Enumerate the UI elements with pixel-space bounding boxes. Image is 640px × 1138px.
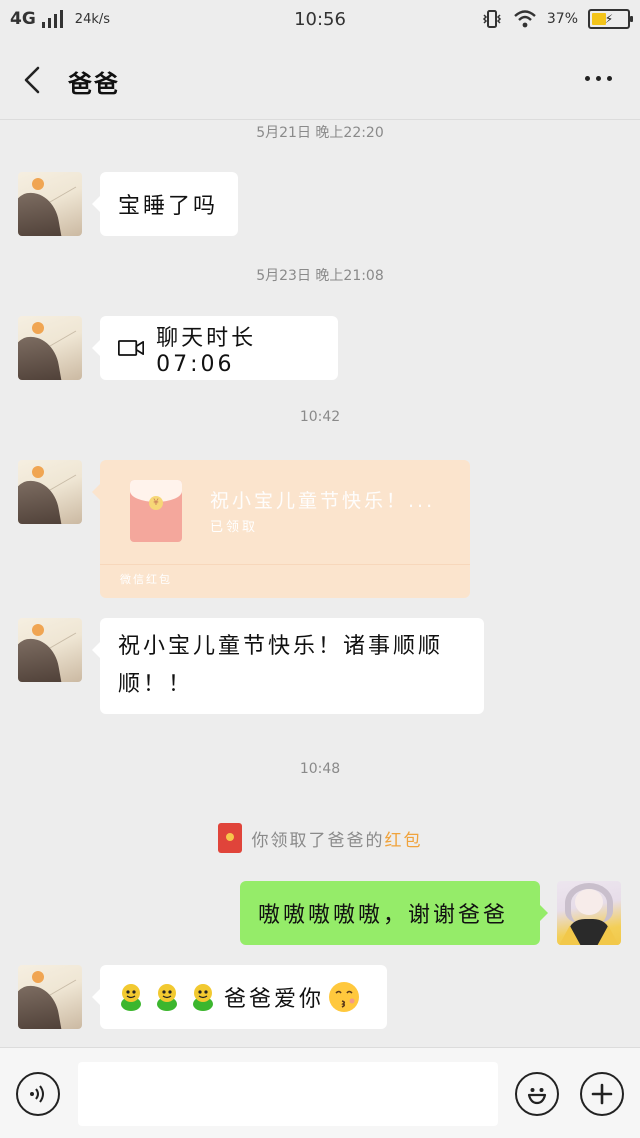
voice-icon[interactable] bbox=[16, 1072, 60, 1116]
battery-icon: ⚡ bbox=[588, 9, 633, 29]
avatar-dad[interactable] bbox=[18, 965, 82, 1029]
avatar-dad[interactable] bbox=[18, 460, 82, 524]
message-text: 爸爸爱你 bbox=[224, 987, 325, 1012]
smiley-icon[interactable] bbox=[515, 1072, 559, 1116]
message-bubble[interactable]: 爸爸爱你 bbox=[92, 965, 387, 1029]
red-packet-label: 微信红包 bbox=[120, 573, 172, 586]
kissing-face-emoji bbox=[329, 982, 360, 1012]
message-text: 宝睡了吗 bbox=[118, 194, 219, 219]
chat-header: 爸爸 bbox=[0, 40, 640, 120]
frog-emoji bbox=[193, 984, 213, 1011]
notice-link[interactable]: 红包 bbox=[385, 831, 423, 851]
status-right: 37% ⚡ bbox=[481, 9, 633, 29]
plus-icon[interactable] bbox=[580, 1072, 624, 1116]
battery-percent: 37% bbox=[546, 11, 578, 27]
vibrate-icon bbox=[482, 10, 501, 28]
timestamp: 10:48 bbox=[299, 761, 341, 777]
frog-emoji bbox=[157, 984, 177, 1011]
red-packet-title: 祝小宝儿童节快乐！... bbox=[210, 490, 436, 512]
message-text-line2: 顺！！ bbox=[118, 672, 194, 697]
frog-emoji bbox=[121, 984, 141, 1011]
red-packet-card[interactable]: ¥ 祝小宝儿童节快乐！... 已领取 微信红包 bbox=[92, 460, 470, 598]
red-packet-status: 已领取 bbox=[210, 520, 259, 535]
red-packet-mini-icon bbox=[217, 823, 242, 853]
status-bar: 4G 24k/s 10:56 37% ⚡ bbox=[0, 0, 640, 40]
red-packet-icon: ¥ bbox=[130, 480, 182, 542]
call-duration-text: 聊天时长 07:06 bbox=[156, 325, 257, 377]
sent-message-bubble[interactable]: 嗷嗷嗷嗷嗷，谢谢爸爸 bbox=[240, 881, 548, 945]
message-text-line1: 祝小宝儿童节快乐！诸事顺顺 bbox=[118, 634, 444, 659]
timestamp: 5月23日 晚上21:08 bbox=[256, 268, 384, 284]
message-text: 嗷嗷嗷嗷嗷，谢谢爸爸 bbox=[258, 903, 509, 928]
more-dots-icon[interactable] bbox=[585, 76, 612, 81]
back-arrow-icon[interactable] bbox=[20, 66, 48, 94]
avatar-dad[interactable] bbox=[18, 618, 82, 682]
notice-text: 你领取了爸爸的 bbox=[251, 830, 385, 851]
avatar-dad[interactable] bbox=[18, 172, 82, 236]
divider bbox=[100, 564, 470, 565]
timestamp: 5月21日 晚上22:20 bbox=[256, 125, 384, 141]
avatar-me[interactable] bbox=[557, 881, 621, 945]
wifi-icon bbox=[514, 10, 536, 28]
video-call-bubble[interactable]: 聊天时长 07:06 bbox=[92, 316, 338, 380]
video-camera-icon bbox=[118, 340, 145, 356]
message-input[interactable] bbox=[78, 1062, 498, 1126]
message-bubble[interactable]: 祝小宝儿童节快乐！诸事顺顺 顺！！ bbox=[92, 618, 484, 714]
chat-title: 爸爸 bbox=[68, 70, 120, 98]
message-bubble[interactable]: 宝睡了吗 bbox=[92, 172, 238, 236]
input-bar bbox=[0, 1047, 640, 1138]
avatar-dad[interactable] bbox=[18, 316, 82, 380]
system-notice: 你领取了爸爸的红包 bbox=[0, 823, 640, 853]
timestamp: 10:42 bbox=[299, 409, 341, 425]
